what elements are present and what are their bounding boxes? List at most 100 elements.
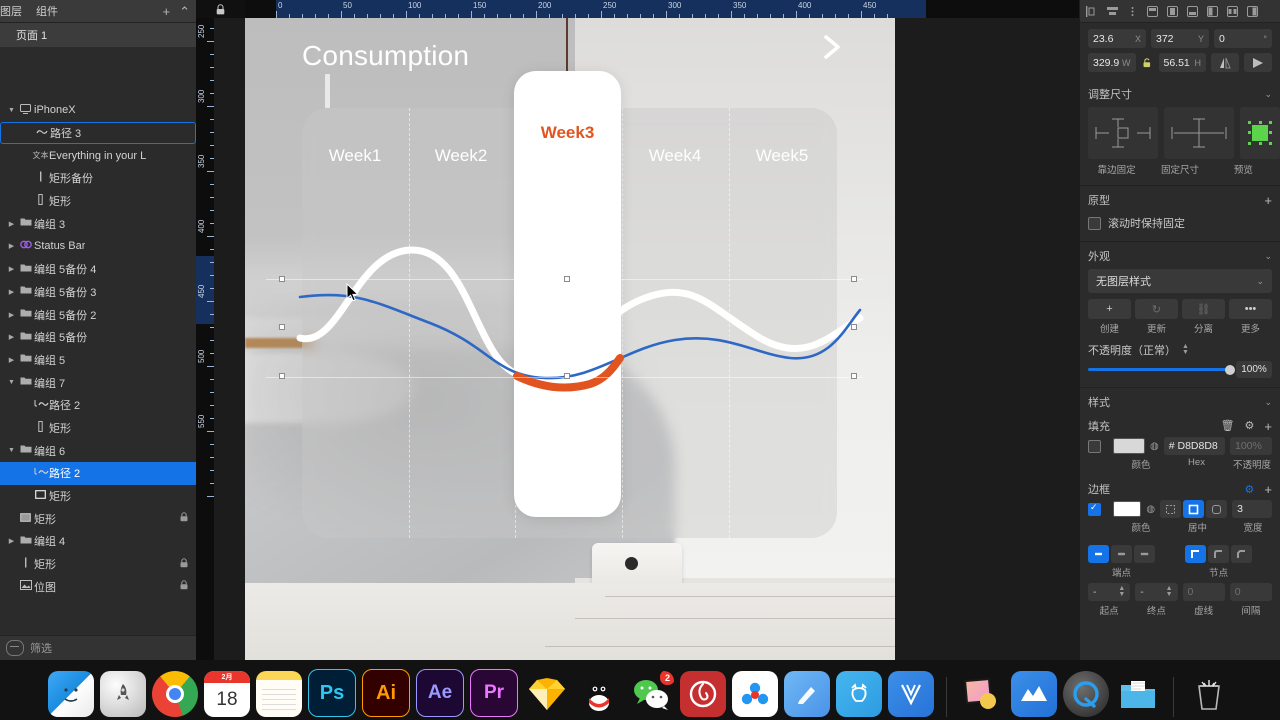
more-style-button[interactable]: ••• [1229, 299, 1272, 319]
dock-item-after-effects[interactable]: Ae [416, 669, 464, 717]
fill-settings-gear-icon[interactable]: ⚙ [1245, 420, 1255, 432]
disclosure-collapsed-icon[interactable]: ▶ [22, 129, 33, 137]
layer-row-11[interactable]: ▶ 编组 5 [0, 349, 196, 372]
style-section-header[interactable]: 样式 ⌄ [1080, 391, 1280, 413]
flip-vertical-button[interactable] [1211, 53, 1239, 72]
dock-item-preview[interactable] [959, 671, 1005, 717]
layer-row-13[interactable]: ▶ 路径 2 [0, 394, 196, 417]
dock-item-premiere[interactable]: Pr [470, 669, 518, 717]
x-input[interactable] [1093, 32, 1132, 45]
add-border-icon[interactable]: + [1264, 483, 1272, 496]
node-miter-button[interactable] [1185, 545, 1206, 563]
selection-handle[interactable] [851, 324, 857, 330]
disclosure-expanded-icon[interactable]: ▼ [6, 447, 17, 454]
rotation-field[interactable]: ° [1214, 29, 1272, 48]
layer-row-7[interactable]: ▶ 编组 5备份 4 [0, 258, 196, 281]
endpoint-round-button[interactable] [1111, 545, 1132, 563]
align-bottom-icon[interactable] [1183, 4, 1202, 19]
disclosure-expanded-icon[interactable]: ▼ [6, 379, 17, 386]
node-round-button[interactable] [1208, 545, 1229, 563]
dock-item-calendar[interactable]: 2月 18 [204, 671, 250, 717]
disclosure-collapsed-icon[interactable]: ▶ [21, 197, 32, 205]
y-field[interactable]: Y [1151, 29, 1209, 48]
layer-row-20[interactable]: ▶ 矩形 [0, 553, 196, 576]
y-input[interactable] [1156, 32, 1195, 45]
dock-item-xmind[interactable] [1011, 671, 1057, 717]
disclosure-collapsed-icon[interactable]: ▶ [6, 583, 17, 591]
tab-layers[interactable]: 图层 [0, 3, 22, 19]
layer-row-14[interactable]: ▶ 矩形 [0, 417, 196, 440]
layer-row-15[interactable]: ▼ 编组 6 [0, 439, 196, 462]
blend-mode-stepper-icon[interactable]: ▲ ▼ [1182, 343, 1189, 356]
lock-icon[interactable] [180, 557, 188, 571]
canvas-area[interactable]: 0 50 100 150 200 250 300 350 400 450 250 300 350 400… [196, 0, 1080, 660]
layer-row-8[interactable]: ▶ 编组 5备份 3 [0, 281, 196, 304]
dock-item-wechat[interactable]: 2 [628, 671, 674, 717]
tab-components[interactable]: 组件 [36, 3, 58, 19]
layer-filter-bar[interactable]: 筛选 [0, 635, 196, 660]
x-field[interactable]: X [1088, 29, 1146, 48]
layer-row-3[interactable]: ▶ 矩形备份 [0, 167, 196, 190]
stepper-icon[interactable]: ▲ ▼ [1166, 585, 1173, 598]
resize-pin-edges-option[interactable] [1088, 107, 1158, 159]
flip-horizontal-button[interactable] [1244, 53, 1272, 72]
add-page-icon[interactable]: + [163, 5, 171, 18]
chevron-right-icon[interactable] [819, 34, 845, 60]
dock-item-baidu-netdisk[interactable] [732, 671, 778, 717]
layer-row-1[interactable]: ▶ 路径 3 [0, 121, 196, 145]
vertical-ruler[interactable]: 250 300 350 400 450 500 550 [196, 18, 214, 660]
border-enabled-checkbox[interactable] [1088, 502, 1101, 516]
layer-row-0[interactable]: ▼ iPhoneX [0, 99, 196, 122]
layer-row-10[interactable]: ▶ 编组 5备份 [0, 326, 196, 349]
dock-item-quicktime[interactable] [1063, 671, 1109, 717]
dist-h-icon[interactable] [1203, 4, 1222, 19]
stepper-icon[interactable]: ▲ ▼ [1118, 585, 1125, 598]
dock-item-bear[interactable] [784, 671, 830, 717]
lock-icon[interactable] [180, 512, 188, 525]
chevron-down-icon[interactable]: ⌄ [1264, 89, 1272, 100]
page-item-1[interactable]: 页面 1 [0, 23, 196, 47]
update-style-button[interactable]: ↻ [1135, 299, 1178, 319]
artboard-iphonex[interactable]: Consumption Week1 Week2 Week4 Week5 Week… [245, 18, 895, 660]
gap-field[interactable]: 0 [1229, 583, 1272, 601]
border-eyedropper-icon[interactable]: ◍ [1146, 504, 1155, 515]
disclosure-collapsed-icon[interactable]: ▶ [6, 515, 17, 523]
border-color-swatch[interactable] [1113, 501, 1142, 517]
opacity-slider[interactable] [1088, 364, 1235, 375]
layer-tree[interactable]: ▼iPhoneX▶路径 3▶文本Everything in your L▶矩形备… [0, 99, 196, 635]
disclosure-collapsed-icon[interactable]: ▶ [6, 333, 17, 341]
dock-item-notes[interactable] [256, 671, 302, 717]
fill-eyedropper-icon[interactable]: ◍ [1150, 441, 1159, 452]
align-left-icon[interactable] [1083, 4, 1102, 19]
disclosure-expanded-icon[interactable]: ▼ [6, 107, 17, 114]
selection-handle[interactable] [564, 373, 570, 379]
lock-icon[interactable] [180, 580, 188, 593]
fixed-on-scroll-row[interactable]: 滚动时保持固定 [1080, 211, 1280, 238]
dock-item-trash[interactable] [1186, 671, 1232, 717]
dock-item-youdao[interactable] [836, 671, 882, 717]
disclosure-collapsed-icon[interactable]: ▶ [21, 401, 32, 409]
selection-handle[interactable] [564, 276, 570, 282]
layer-row-16[interactable]: ▶ 路径 2 [0, 462, 196, 485]
chevron-up-icon[interactable]: ⌃ [179, 5, 190, 18]
endpoint-butt-button[interactable] [1088, 545, 1109, 563]
align-center-h-icon[interactable] [1103, 4, 1122, 19]
disclosure-collapsed-icon[interactable]: ▶ [21, 469, 32, 477]
lock-aspect-ratio-icon[interactable] [1141, 53, 1154, 72]
height-field[interactable]: H [1158, 53, 1206, 72]
rotation-input[interactable] [1219, 32, 1261, 45]
disclosure-collapsed-icon[interactable]: ▶ [6, 311, 17, 319]
dock-item-qq[interactable] [576, 671, 622, 717]
opacity-slider-row[interactable]: 100% [1080, 360, 1280, 384]
delete-fill-icon[interactable]: 🗑 [1221, 420, 1235, 432]
node-bevel-button[interactable] [1231, 545, 1252, 563]
opacity-slider-knob[interactable] [1225, 364, 1235, 375]
more-align-icon[interactable] [1123, 4, 1142, 19]
dock-item-downloads-folder[interactable] [1115, 671, 1161, 717]
dock-item-finder[interactable] [48, 671, 94, 717]
end-point-field[interactable]: - ▲ ▼ [1135, 583, 1178, 601]
fill-enabled-checkbox[interactable] [1088, 439, 1101, 453]
selection-handle[interactable] [851, 276, 857, 282]
disclosure-collapsed-icon[interactable]: ▶ [21, 424, 32, 432]
border-outside-button[interactable] [1206, 500, 1228, 518]
